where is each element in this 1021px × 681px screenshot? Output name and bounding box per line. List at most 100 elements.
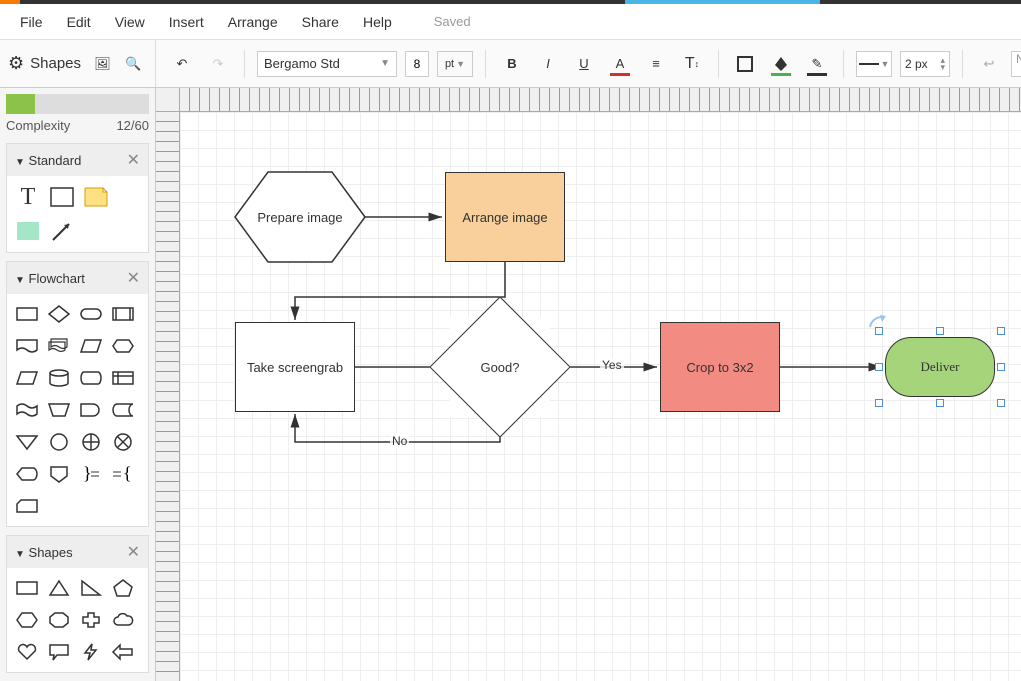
menu-file[interactable]: File — [8, 8, 55, 36]
fc-multidoc[interactable] — [45, 332, 73, 360]
shape-fill[interactable] — [13, 216, 43, 246]
link-button[interactable]: ↩ — [975, 50, 1003, 78]
shape-rect[interactable] — [47, 182, 77, 212]
fc-manual[interactable] — [45, 396, 73, 424]
fc-connector[interactable] — [45, 428, 73, 456]
menu-view[interactable]: View — [103, 8, 157, 36]
sh-pentagon[interactable] — [109, 574, 137, 602]
panel-shapes-header[interactable]: ▼ Shapes ✕ — [7, 536, 148, 568]
node-good[interactable]: Good? — [450, 317, 550, 417]
node-crop[interactable]: Crop to 3x2 — [660, 322, 780, 412]
complexity-label: Complexity — [6, 118, 70, 133]
menu-share[interactable]: Share — [290, 8, 351, 36]
node-screengrab[interactable]: Take screengrab — [235, 322, 355, 412]
sh-callout[interactable] — [45, 638, 73, 666]
resize-handle[interactable] — [875, 399, 883, 407]
arrow-tool[interactable] — [47, 216, 77, 246]
gear-icon: ⚙ — [8, 53, 24, 74]
canvas[interactable]: Prepare image Arrange image Take screeng… — [180, 112, 1021, 681]
resize-handle[interactable] — [936, 399, 944, 407]
fc-merge[interactable] — [13, 428, 41, 456]
redo-button[interactable]: ↷ — [204, 50, 232, 78]
panel-flowchart-header[interactable]: ▼ Flowchart ✕ — [7, 262, 148, 294]
text-options-button[interactable]: T↕ — [678, 50, 706, 78]
complexity-value: 12/60 — [116, 118, 149, 133]
shape-note[interactable] — [81, 182, 111, 212]
shapes-button[interactable]: ⚙ Shapes — [8, 53, 81, 74]
font-unit-select[interactable]: pt ▼ — [437, 51, 473, 77]
text-color-button[interactable]: A — [606, 50, 634, 78]
fc-predefined[interactable] — [109, 300, 137, 328]
resize-handle[interactable] — [997, 363, 1005, 371]
fill-button[interactable] — [767, 50, 795, 78]
ruler-horizontal[interactable] — [180, 88, 1021, 112]
font-select[interactable]: Bergamo Std ▼ — [257, 51, 397, 77]
canvas-area[interactable]: Prepare image Arrange image Take screeng… — [156, 88, 1021, 681]
fc-directdata[interactable] — [77, 364, 105, 392]
undo-button[interactable]: ↶ — [168, 50, 196, 78]
fc-stored[interactable] — [109, 396, 137, 424]
resize-handle[interactable] — [875, 327, 883, 335]
fc-or[interactable] — [77, 428, 105, 456]
edge-label-yes[interactable]: Yes — [600, 358, 624, 372]
sh-triangle[interactable] — [45, 574, 73, 602]
panel-standard-header[interactable]: ▼ Standard ✕ — [7, 144, 148, 176]
edge-label-no[interactable]: No — [390, 434, 409, 448]
sh-lightning[interactable] — [77, 638, 105, 666]
text-tool[interactable]: T — [13, 182, 43, 212]
sh-rtriangle[interactable] — [77, 574, 105, 602]
fc-terminator[interactable] — [77, 300, 105, 328]
italic-button[interactable]: I — [534, 50, 562, 78]
fc-brace-left[interactable]: { — [109, 460, 137, 488]
ruler-corner — [156, 88, 180, 112]
bold-button[interactable]: B — [498, 50, 526, 78]
menu-help[interactable]: Help — [351, 8, 404, 36]
resize-handle[interactable] — [875, 363, 883, 371]
sh-heart[interactable] — [13, 638, 41, 666]
font-size-input[interactable] — [405, 51, 429, 77]
fc-input[interactable] — [13, 364, 41, 392]
sh-octagon[interactable] — [45, 606, 73, 634]
fc-display[interactable] — [13, 460, 41, 488]
fc-delay[interactable] — [77, 396, 105, 424]
fc-sum[interactable] — [109, 428, 137, 456]
ruler-vertical[interactable] — [156, 112, 180, 681]
fc-preparation[interactable] — [109, 332, 137, 360]
fc-brace-right[interactable]: } — [77, 460, 105, 488]
close-icon[interactable]: ✕ — [127, 542, 140, 562]
fc-process[interactable] — [13, 300, 41, 328]
resize-handle[interactable] — [936, 327, 944, 335]
align-button[interactable]: ≡ — [642, 50, 670, 78]
line-style-select[interactable]: ▼ — [856, 51, 892, 77]
fc-decision[interactable] — [45, 300, 73, 328]
fc-card[interactable] — [13, 492, 41, 520]
fc-database[interactable] — [45, 364, 73, 392]
menu-edit[interactable]: Edit — [55, 8, 103, 36]
fc-document[interactable] — [13, 332, 41, 360]
underline-button[interactable]: U — [570, 50, 598, 78]
node-arrange[interactable]: Arrange image — [445, 172, 565, 262]
shapes-label: Shapes — [30, 55, 81, 72]
fc-data[interactable] — [77, 332, 105, 360]
sh-arrow-left[interactable] — [109, 638, 137, 666]
resize-handle[interactable] — [997, 399, 1005, 407]
fc-internal[interactable] — [109, 364, 137, 392]
menu-arrange[interactable]: Arrange — [216, 8, 290, 36]
fill-none-select[interactable]: None — [1011, 51, 1021, 77]
close-icon[interactable]: ✕ — [127, 268, 140, 288]
line-color-button[interactable]: ✎ — [803, 50, 831, 78]
fc-offpage[interactable] — [45, 460, 73, 488]
close-icon[interactable]: ✕ — [127, 150, 140, 170]
resize-handle[interactable] — [997, 327, 1005, 335]
sh-hexagon[interactable] — [13, 606, 41, 634]
menu-insert[interactable]: Insert — [157, 8, 216, 36]
fc-tape[interactable] — [13, 396, 41, 424]
sh-rect[interactable] — [13, 574, 41, 602]
node-prepare[interactable]: Prepare image — [235, 172, 365, 262]
stroke-width-input[interactable]: 2 px ▴▾ — [900, 51, 950, 77]
sh-cross[interactable] — [77, 606, 105, 634]
search-icon[interactable]: 🔍 — [120, 50, 147, 78]
border-button[interactable] — [731, 50, 759, 78]
image-icon[interactable]: 🖼 — [89, 50, 116, 78]
sh-cloud[interactable] — [109, 606, 137, 634]
